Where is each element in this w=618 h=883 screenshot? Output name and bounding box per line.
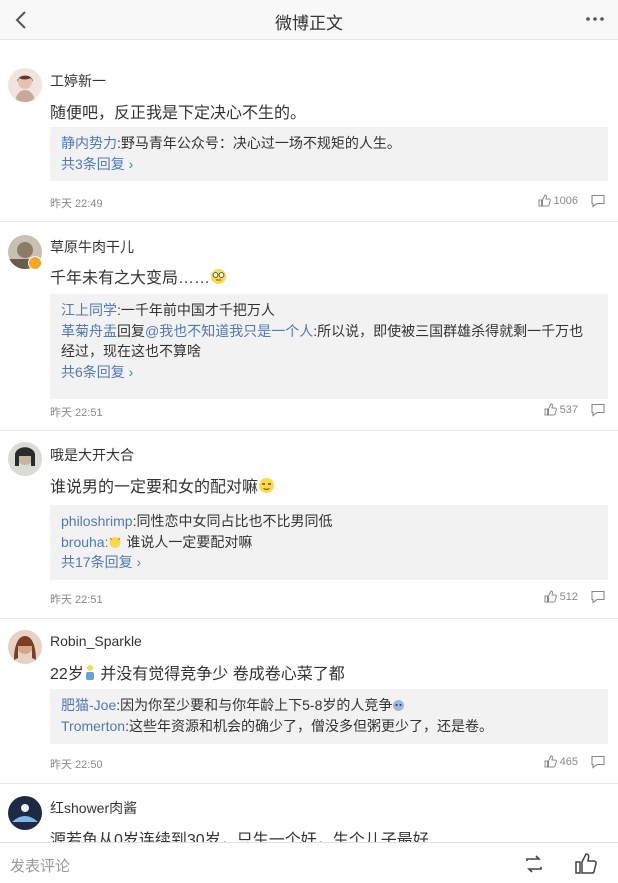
reply-icon[interactable] bbox=[590, 403, 606, 417]
reply-text: 谁说人一定要配对嘛 bbox=[122, 533, 253, 550]
reply-line: Tromerton:这些年资源和机会的确少了，僧没多但粥更少了，还是卷。 bbox=[61, 716, 597, 737]
comment-item: 草原牛肉干儿 千年未有之大变局…… 江上同学:一千年前中国才千把万人 革菊舟盂回… bbox=[0, 222, 618, 431]
reply-username[interactable]: 静内势力 bbox=[61, 135, 117, 151]
comment-time: 昨天 22:51 bbox=[50, 594, 103, 606]
comment-username[interactable]: 哦是大开大合 bbox=[50, 445, 134, 465]
reply-text: :一千年前中国才千把万人 bbox=[117, 302, 275, 318]
comment-item: 哦是大开大合 谁说男的一定要和女的配对嘛 philoshrimp:同性恋中女同占… bbox=[0, 431, 618, 619]
reply-icon[interactable] bbox=[590, 755, 606, 769]
like-count: 537 bbox=[559, 403, 578, 416]
bottom-bar: 发表评论 bbox=[0, 842, 618, 883]
reply-line: 静内势力:野马青年公众号：决心过一场不规矩的人生。 bbox=[61, 133, 597, 154]
thumbs-up-icon bbox=[544, 403, 557, 416]
thumbs-up-icon[interactable] bbox=[574, 852, 598, 876]
comment-username[interactable]: 草原牛肉干儿 bbox=[50, 237, 134, 257]
reply-line: philoshrimp:同性恋中女同占比也不比男同低 bbox=[61, 511, 597, 532]
like-count: 512 bbox=[559, 590, 578, 603]
reply-line: brouha: 谁说人一定要配对嘛 bbox=[61, 533, 253, 550]
reply-text: :因为你至少要和与你年龄上下5-8岁的人竞争 bbox=[116, 697, 393, 713]
comment-text: 千年未有之大变局…… bbox=[50, 264, 227, 288]
more-replies-link[interactable]: 共3条回复 › bbox=[61, 154, 597, 175]
like-count: 1006 bbox=[553, 194, 578, 207]
comment-item: 工婷新一 随便吧，反正我是下定决心不生的。 静内势力:野马青年公众号：决心过一场… bbox=[0, 41, 618, 222]
reply-box[interactable]: 肥猫-Joe:因为你至少要和与你年龄上下5-8岁的人竞争 Tromerton:这… bbox=[50, 689, 608, 744]
reply-text: :这些年资源和机会的确少了，僧没多但粥更少了，还是卷。 bbox=[125, 717, 493, 734]
avatar[interactable] bbox=[8, 68, 42, 102]
reply-box[interactable]: 江上同学:一千年前中国才千把万人 革菊舟盂回复@我也不知道我只是一个人:所以说，… bbox=[50, 294, 608, 399]
sweat-emoji-icon bbox=[393, 700, 405, 711]
cat-emoji-icon bbox=[109, 536, 121, 548]
comment-time: 昨天 22:51 bbox=[50, 407, 103, 419]
comment-text: 源若鱼从0岁连续到30岁，只生一个奸，生个儿子最好 bbox=[50, 832, 429, 842]
top-bar: 微博正文 bbox=[0, 0, 618, 40]
sly-face-emoji-icon bbox=[259, 478, 275, 493]
comment-username[interactable]: Robin_Sparkle bbox=[50, 633, 142, 649]
comment-input[interactable]: 发表评论 bbox=[10, 855, 70, 876]
thumbs-up-icon bbox=[544, 755, 557, 768]
comment-item: Robin_Sparkle 22岁 并没有觉得竞争少 卷成卷心菜了都 肥猫-Jo… bbox=[0, 619, 618, 784]
thumbs-up-icon bbox=[544, 590, 557, 603]
more-options-icon[interactable] bbox=[584, 8, 606, 30]
thumbs-up-icon bbox=[538, 194, 551, 207]
reply-username[interactable]: 革菊舟盂 bbox=[61, 323, 117, 339]
avatar[interactable] bbox=[8, 796, 42, 830]
comment-text: 22岁 并没有觉得竞争少 卷成卷心菜了都 bbox=[50, 665, 345, 683]
more-replies-link[interactable]: 共17条回复 › bbox=[61, 552, 597, 573]
like-button[interactable]: 1006 bbox=[538, 194, 578, 207]
comment-feed[interactable]: 工婷新一 随便吧，反正我是下定决心不生的。 静内势力:野马青年公众号：决心过一场… bbox=[0, 41, 618, 842]
reply-line: 革菊舟盂回复@我也不知道我只是一个人:所以说，即使被三国群雄杀得就剩一千万也经过… bbox=[61, 322, 584, 360]
reply-text: :同性恋中女同占比也不比男同低 bbox=[132, 513, 333, 529]
page-title: 微博正文 bbox=[275, 14, 343, 33]
comment-username[interactable]: 工婷新一 bbox=[50, 71, 106, 91]
mention-link[interactable]: @我也不知道我只是一个人 bbox=[145, 323, 313, 339]
reply-username[interactable]: brouha bbox=[61, 534, 105, 550]
like-button[interactable]: 465 bbox=[544, 755, 578, 768]
reply-box[interactable]: 静内势力:野马青年公众号：决心过一场不规矩的人生。 共3条回复 › bbox=[50, 127, 608, 181]
reply-username[interactable]: 江上同学 bbox=[61, 302, 117, 318]
reply-line: 肥猫-Joe:因为你至少要和与你年龄上下5-8岁的人竞争 bbox=[61, 695, 597, 716]
comment-time: 昨天 22:49 bbox=[50, 198, 103, 210]
more-replies-link[interactable]: 共6条回复 › bbox=[61, 362, 597, 383]
like-button[interactable]: 512 bbox=[544, 590, 578, 603]
reply-line: 江上同学:一千年前中国才千把万人 bbox=[61, 300, 597, 321]
verified-badge-icon bbox=[28, 256, 42, 270]
figure-emoji-icon bbox=[85, 665, 94, 680]
reply-box[interactable]: philoshrimp:同性恋中女同占比也不比男同低 brouha: 谁说人一定… bbox=[50, 505, 608, 580]
reply-username[interactable]: philoshrimp bbox=[61, 513, 133, 529]
like-count: 465 bbox=[559, 755, 578, 768]
comment-text: 谁说男的一定要和女的配对嘛 bbox=[50, 473, 275, 497]
comment-text: 随便吧，反正我是下定决心不生的。 bbox=[50, 105, 307, 122]
reply-icon[interactable] bbox=[590, 590, 606, 604]
comment-username[interactable]: 红shower肉酱 bbox=[50, 798, 137, 818]
reply-username[interactable]: Tromerton bbox=[61, 718, 125, 734]
like-button[interactable]: 537 bbox=[544, 403, 578, 416]
reply-username[interactable]: 肥猫-Joe bbox=[61, 697, 116, 713]
avatar[interactable] bbox=[8, 630, 42, 664]
comment-item: 红shower肉酱 源若鱼从0岁连续到30岁，只生一个奸，生个儿子最好 bbox=[0, 784, 618, 842]
sunglasses-emoji-icon bbox=[211, 269, 227, 284]
chevron-right-icon: › bbox=[132, 554, 142, 570]
reply-icon[interactable] bbox=[590, 194, 606, 208]
reply-text: :野马青年公众号：决心过一场不规矩的人生。 bbox=[117, 135, 401, 151]
chevron-right-icon: › bbox=[124, 155, 134, 172]
avatar[interactable] bbox=[8, 442, 42, 476]
repost-icon[interactable] bbox=[522, 852, 546, 876]
comment-time: 昨天 22:50 bbox=[50, 759, 103, 771]
chevron-right-icon: › bbox=[124, 363, 134, 380]
